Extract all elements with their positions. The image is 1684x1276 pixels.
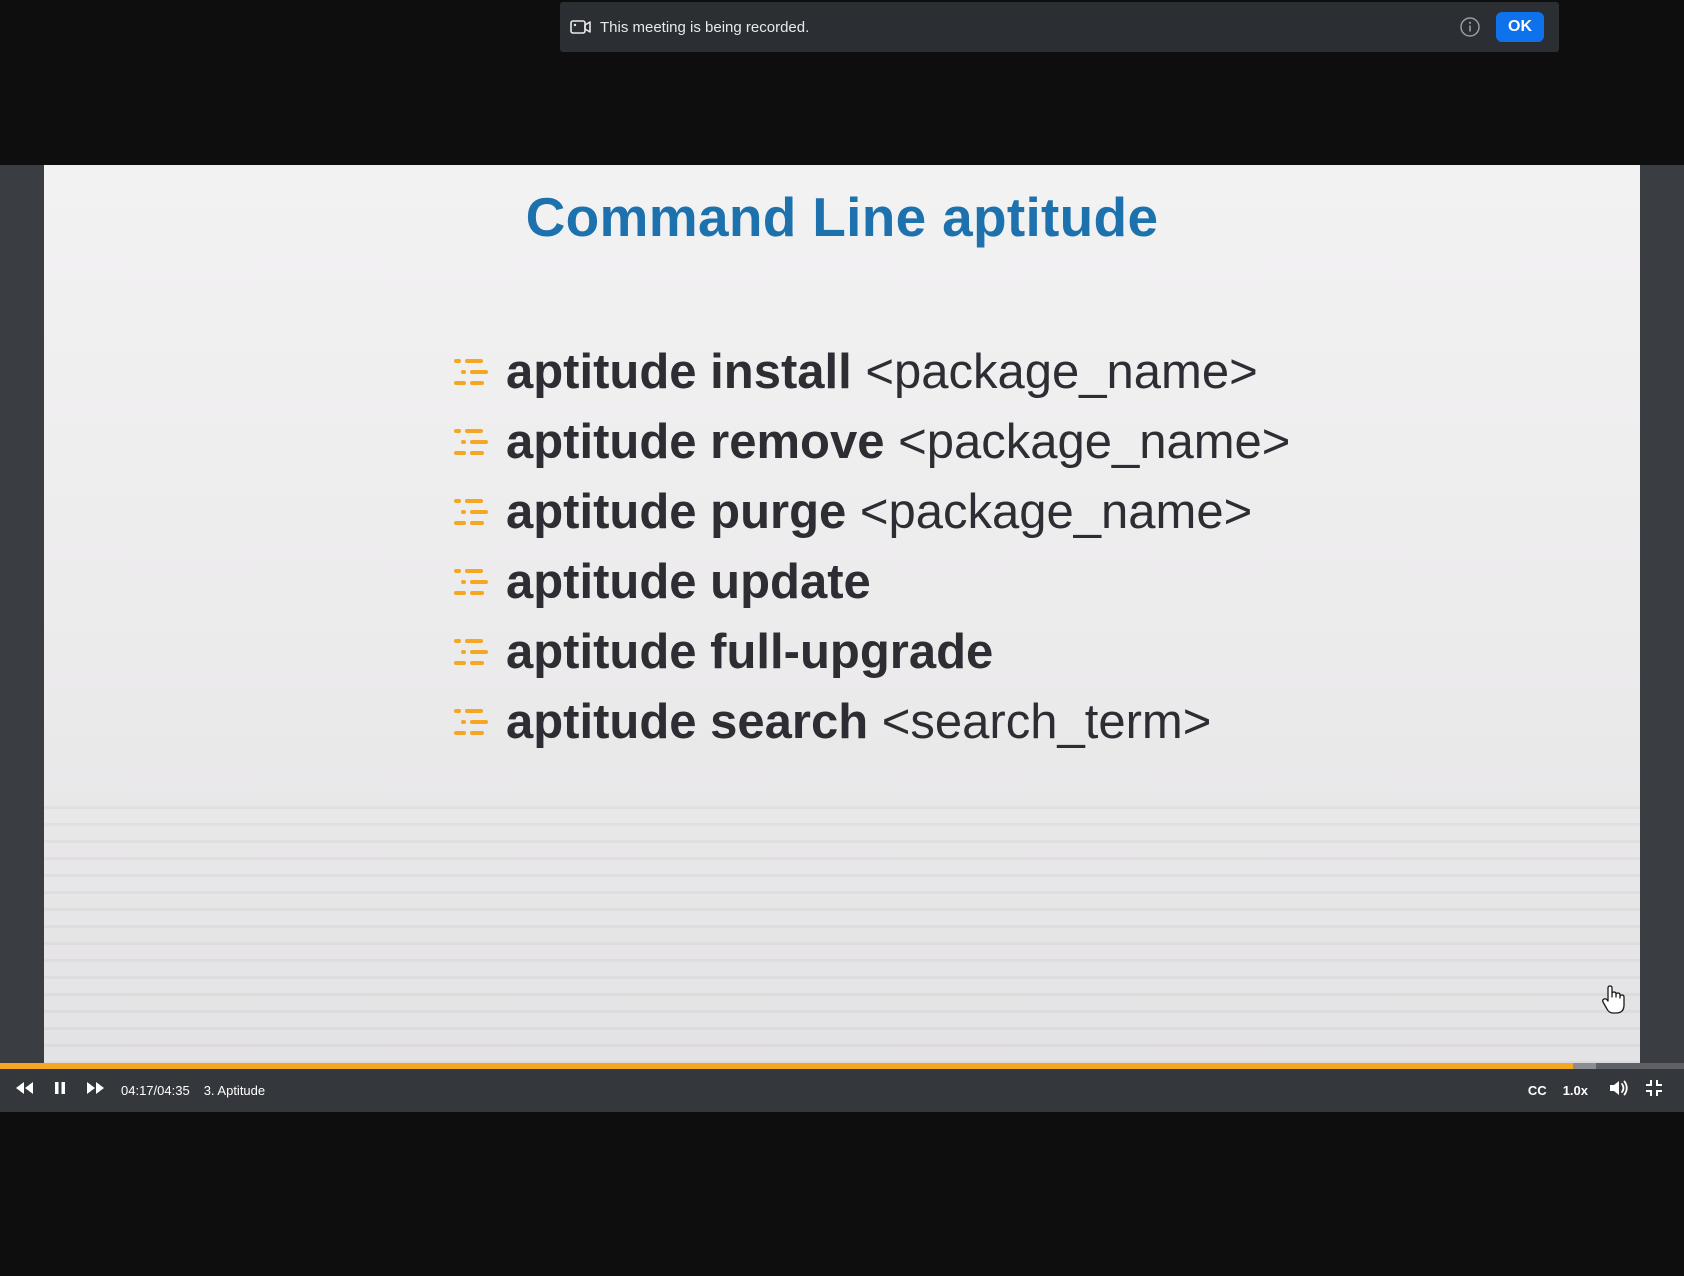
playback-speed-button[interactable]: 1.0x: [1563, 1083, 1588, 1098]
command-name: aptitude purge: [506, 485, 847, 539]
recording-message: This meeting is being recorded.: [600, 18, 810, 36]
command-argument: <package_name>: [884, 414, 1290, 470]
command-name: aptitude update: [506, 555, 871, 609]
command-item: aptitude full-upgrade: [452, 617, 1290, 687]
pause-button[interactable]: [45, 1076, 75, 1106]
command-item: aptitude remove <package_name>: [452, 407, 1290, 477]
hand-cursor-icon: [1600, 985, 1626, 1015]
info-icon[interactable]: [1459, 16, 1481, 38]
volume-icon: [1608, 1079, 1630, 1102]
command-name: aptitude install: [506, 345, 852, 399]
video-camera-icon: [570, 19, 592, 35]
exit-fullscreen-icon: [1645, 1079, 1663, 1102]
command-item: aptitude search <search_term>: [452, 687, 1290, 757]
command-argument-text: <package_name>: [859, 485, 1253, 539]
closed-captions-button[interactable]: CC: [1528, 1083, 1547, 1098]
list-bullet-icon: [452, 496, 490, 528]
command-list: aptitude install <package_name> aptitude…: [452, 337, 1290, 757]
video-player-window: This meeting is being recorded. OK Comma…: [0, 0, 1684, 1276]
fast-forward-icon: [84, 1080, 106, 1101]
slide-title: Command Line aptitude: [525, 186, 1159, 248]
exit-fullscreen-button[interactable]: [1639, 1076, 1669, 1106]
video-frame[interactable]: Command Line aptitude aptitude install <…: [0, 165, 1684, 1064]
playback-time: 04:17/04:35: [121, 1083, 190, 1098]
command-argument-text: <search_term>: [881, 695, 1212, 749]
command-name: aptitude search: [506, 695, 869, 749]
list-bullet-icon: [452, 426, 490, 458]
presentation-slide: Command Line aptitude aptitude install <…: [44, 165, 1640, 1064]
fast-forward-button[interactable]: [80, 1076, 110, 1106]
lesson-title: 3. Aptitude: [203, 1083, 266, 1098]
pause-icon: [52, 1080, 68, 1101]
list-bullet-icon: [452, 566, 490, 598]
command-argument: <package_name>: [846, 484, 1252, 540]
slide-background-texture: [44, 804, 1640, 1064]
command-argument-text: <package_name>: [898, 415, 1291, 469]
ok-button[interactable]: OK: [1496, 12, 1544, 42]
rewind-icon: [14, 1080, 36, 1101]
command-item: aptitude purge <package_name>: [452, 477, 1290, 547]
command-name: aptitude full-upgrade: [506, 625, 994, 679]
player-controls: 04:17/04:35 3. Aptitude CC 1.0x: [0, 1069, 1684, 1112]
command-argument: <package_name>: [852, 344, 1258, 400]
command-item: aptitude install <package_name>: [452, 337, 1290, 407]
recording-notification: This meeting is being recorded. OK: [560, 2, 1559, 52]
rewind-button[interactable]: [10, 1076, 40, 1106]
list-bullet-icon: [452, 636, 490, 668]
command-name: aptitude remove: [506, 415, 885, 469]
command-argument-text: <package_name>: [865, 345, 1258, 399]
list-bullet-icon: [452, 706, 490, 738]
list-bullet-icon: [452, 356, 490, 388]
command-item: aptitude update: [452, 547, 1290, 617]
command-argument: <search_term>: [868, 694, 1212, 750]
volume-button[interactable]: [1604, 1076, 1634, 1106]
